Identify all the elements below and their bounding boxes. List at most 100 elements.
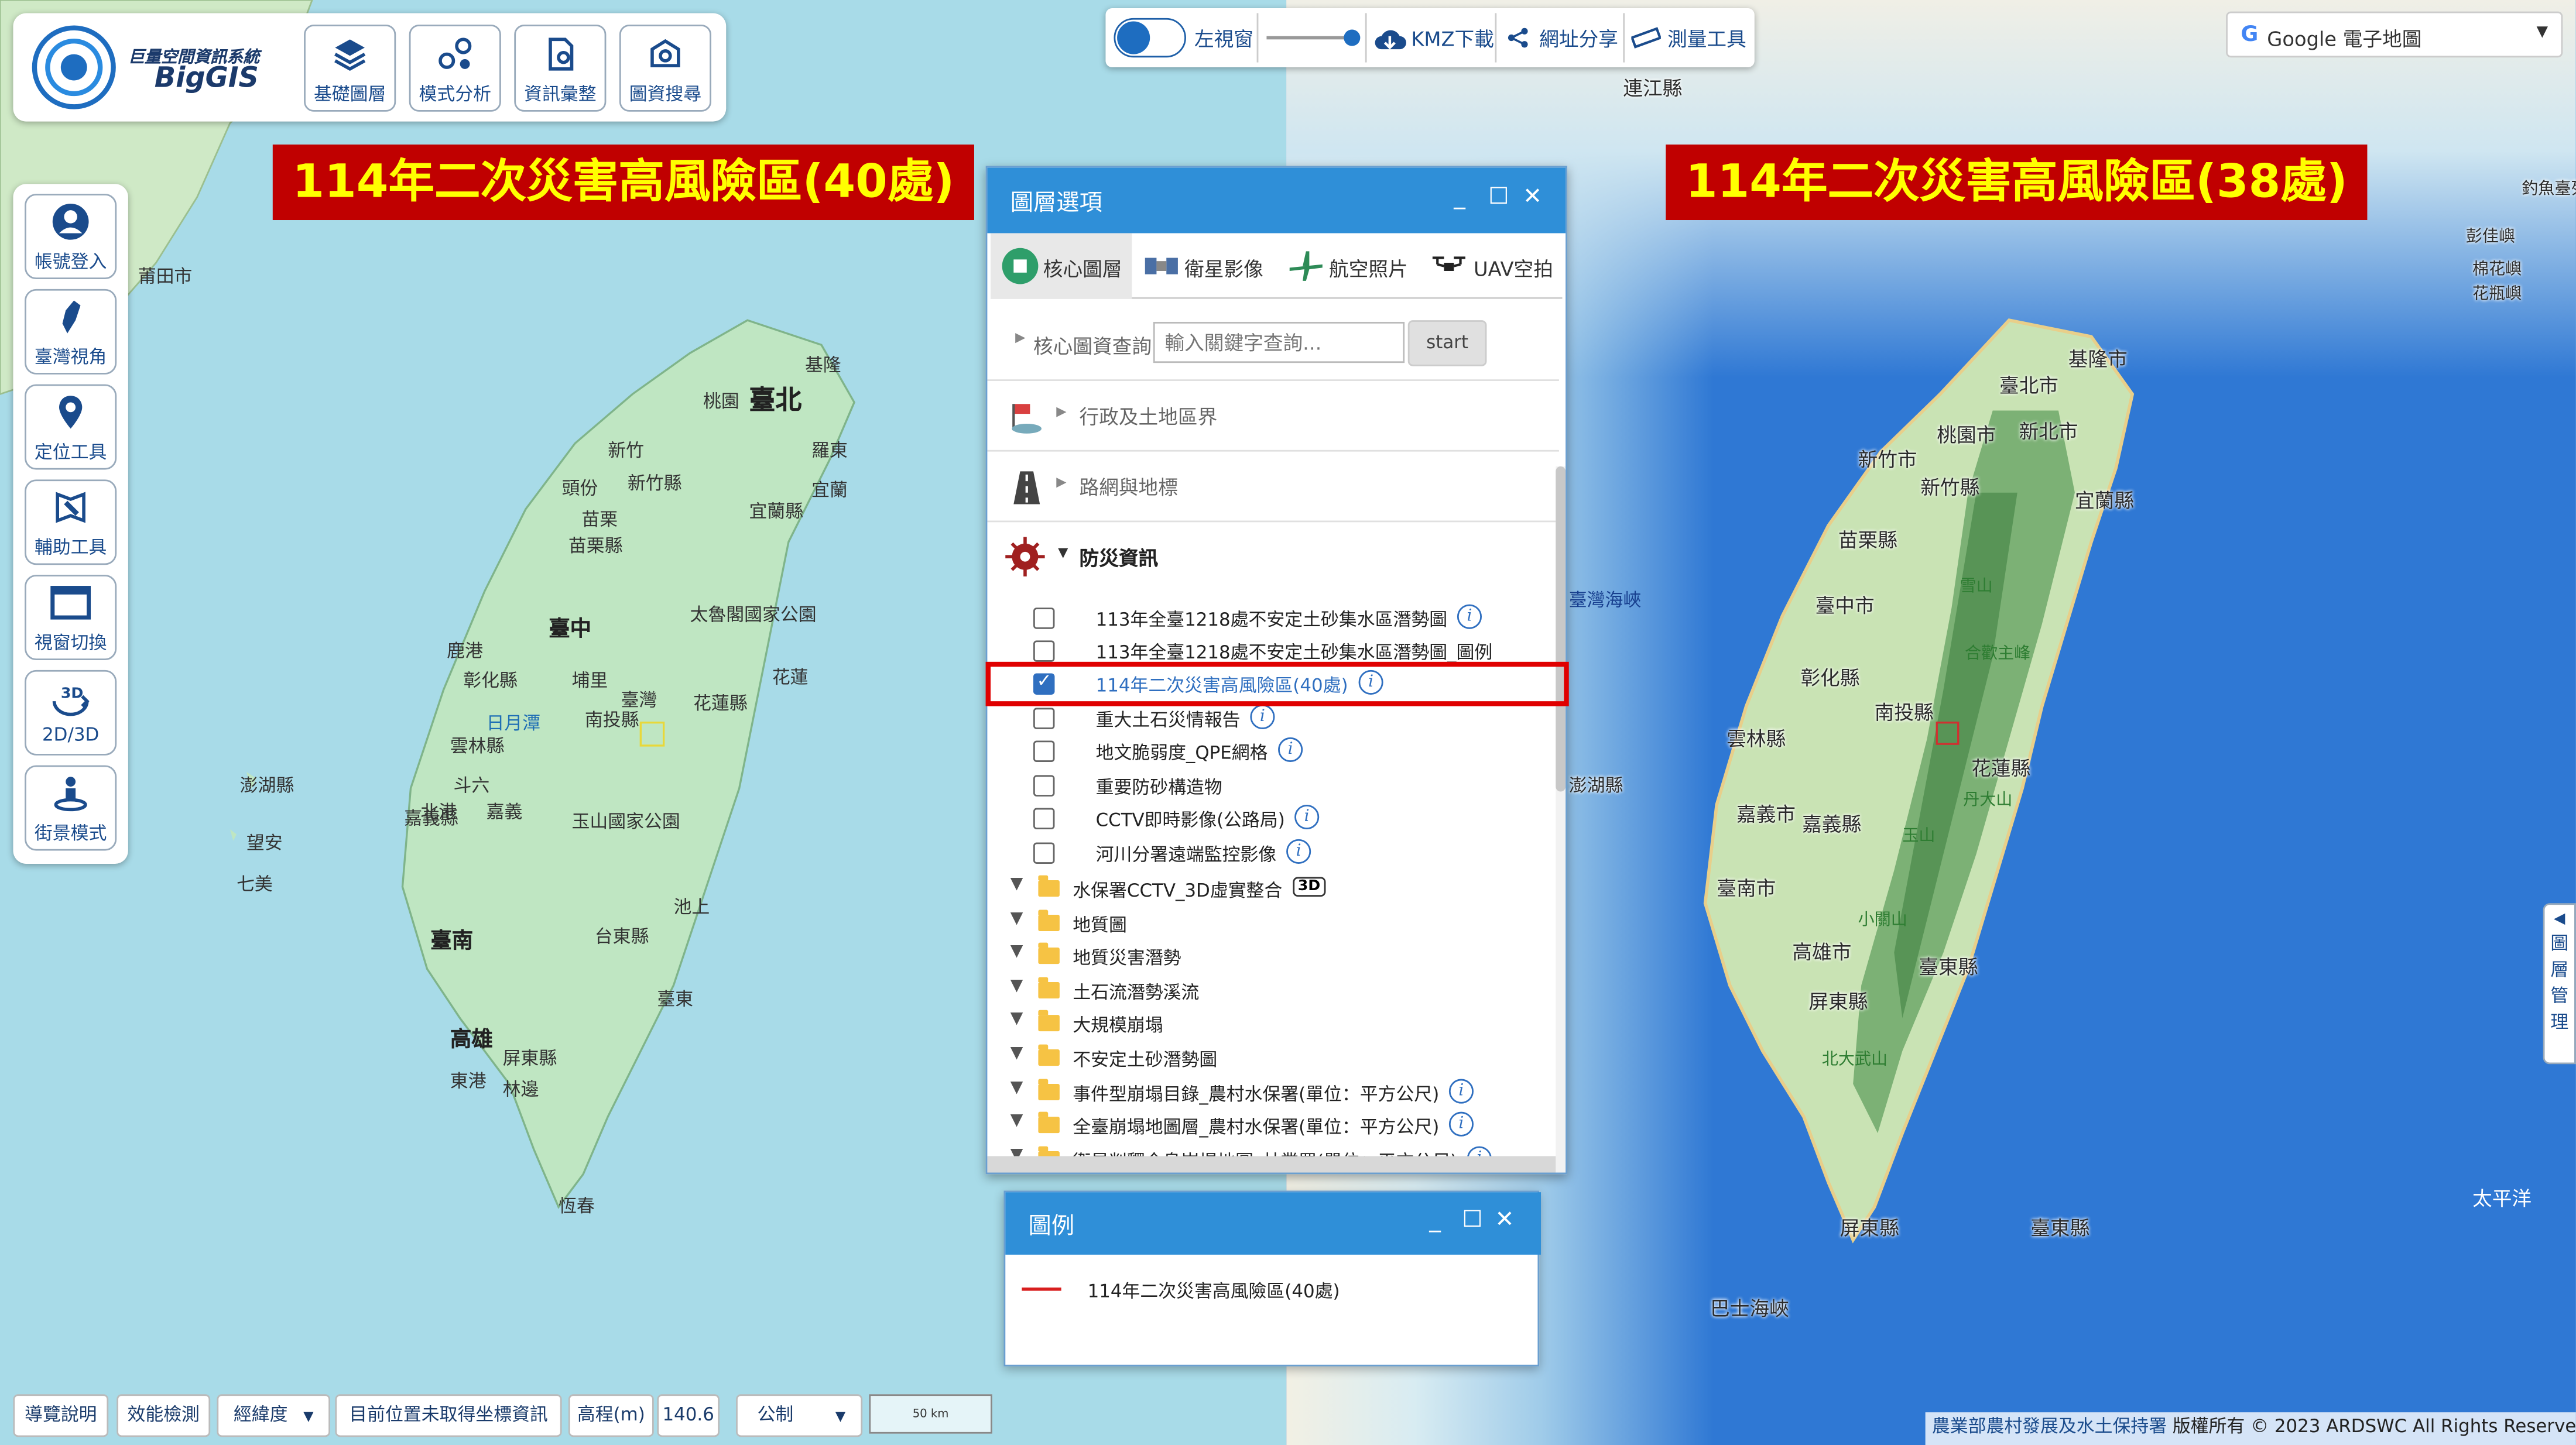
taiwan-view-button[interactable]: 臺灣視角 bbox=[25, 289, 117, 375]
model-analysis-label: 模式分析 bbox=[419, 84, 491, 105]
map-label-chiayi-county: 嘉義縣 bbox=[404, 808, 458, 830]
close-icon[interactable]: ✕ bbox=[1495, 1207, 1514, 1233]
chevron-down-icon: ▼ bbox=[303, 1409, 314, 1424]
layer-panel-title: 圖層選項 bbox=[1010, 190, 1102, 217]
folder-row[interactable]: ▼ 水保署CCTV_3D虛實整合 3D bbox=[987, 874, 1558, 907]
rmap-label-pingtung2: 屏東縣 bbox=[1839, 1217, 1899, 1240]
folder-row[interactable]: ▼ 土石流潛勢溪流 bbox=[987, 975, 1558, 1008]
layer-checkbox[interactable] bbox=[1033, 708, 1055, 729]
layer-checkbox[interactable] bbox=[1033, 740, 1055, 762]
map-label-penghu: 澎湖縣 bbox=[239, 775, 294, 797]
coord-mode-select[interactable]: 經緯度 ▼ bbox=[217, 1394, 331, 1437]
locate-tool-button[interactable]: 定位工具 bbox=[25, 384, 117, 470]
chevron-down-icon[interactable]: ▼ bbox=[1010, 876, 1023, 894]
info-summary-button[interactable]: 資訊彙整 bbox=[514, 25, 607, 112]
guide-button[interactable]: 導覽說明 bbox=[13, 1394, 109, 1437]
map-label-luodong: 羅東 bbox=[811, 440, 848, 462]
info-icon[interactable]: i bbox=[1457, 604, 1482, 629]
base-layers-button[interactable]: 基礎圖層 bbox=[304, 25, 396, 112]
folder-name: 地質圖 bbox=[1073, 914, 1127, 936]
chevron-down-icon[interactable]: ▼ bbox=[1010, 1078, 1023, 1096]
streetview-button[interactable]: 街景模式 bbox=[25, 765, 117, 851]
folder-row[interactable]: ▼ 大規模崩塌 bbox=[987, 1009, 1558, 1042]
opacity-slider-track[interactable] bbox=[1266, 36, 1352, 40]
chevron-down-icon[interactable]: ▼ bbox=[1058, 545, 1068, 560]
map-search-button[interactable]: 圖資搜尋 bbox=[619, 25, 711, 112]
basemap-select[interactable]: G Google 電子地圖 ▼ bbox=[2226, 11, 2563, 58]
info-icon[interactable]: i bbox=[1448, 1112, 1474, 1137]
rmap-label-yunlin: 雲林縣 bbox=[1727, 727, 1786, 751]
folder-row[interactable]: ▼ 地質災害潛勢 bbox=[987, 941, 1558, 974]
layer-panel-header[interactable]: 圖層選項 _ ☐ ✕ bbox=[987, 167, 1566, 234]
maximize-icon[interactable]: ☐ bbox=[1488, 184, 1509, 210]
search-start-button[interactable]: start bbox=[1407, 320, 1487, 366]
category-admin-label: 行政及土地區界 bbox=[1079, 406, 1218, 429]
minimize-icon[interactable]: _ bbox=[1454, 184, 1465, 210]
info-icon[interactable]: i bbox=[1286, 839, 1311, 864]
layer-checkbox[interactable] bbox=[1033, 607, 1055, 629]
category-roads[interactable] bbox=[987, 452, 1559, 523]
kmz-download-button[interactable]: KMZ下載 bbox=[1411, 25, 1494, 53]
rmap-label-taoyuan: 桃園市 bbox=[1937, 423, 1996, 447]
horizontal-scrollbar[interactable] bbox=[987, 1156, 1556, 1173]
tab-satellite[interactable]: 衛星影像 bbox=[1135, 233, 1276, 298]
map-label-kaohsiung: 高雄 bbox=[450, 1028, 493, 1053]
category-admin[interactable] bbox=[987, 381, 1559, 452]
legend-panel: 圖例 _ ☐ ✕ 114年二次災害高風險區(40處) bbox=[1003, 1190, 1542, 1367]
aux-tool-button[interactable]: 輔助工具 bbox=[25, 479, 117, 565]
tab-aerial[interactable]: 航空照片 bbox=[1280, 233, 1418, 298]
map-label-taroko: 太魯閣國家公園 bbox=[690, 604, 817, 626]
unit-select[interactable]: 公制 ▼ bbox=[736, 1394, 863, 1437]
map-search-icon bbox=[650, 39, 680, 68]
minimize-icon[interactable]: _ bbox=[1429, 1207, 1441, 1233]
window-switch-button[interactable]: 視窗切換 bbox=[25, 575, 117, 661]
measure-tool-button[interactable]: 測量工具 bbox=[1667, 25, 1746, 53]
performance-button[interactable]: 效能檢測 bbox=[117, 1394, 211, 1437]
tab-core-layers[interactable]: 核心圖層 bbox=[991, 233, 1132, 299]
layer-search-input[interactable] bbox=[1153, 321, 1405, 363]
chevron-down-icon[interactable]: ▼ bbox=[1010, 909, 1023, 927]
layer-manager-tab[interactable]: ◀ 圖層管理 bbox=[2543, 903, 2576, 1065]
close-icon[interactable]: ✕ bbox=[1523, 184, 1542, 210]
window-icon bbox=[50, 586, 91, 620]
copyright-agency[interactable]: 農業部農村發展及水土保持署 bbox=[1932, 1416, 2167, 1437]
layer-checkbox[interactable] bbox=[1033, 640, 1055, 662]
folder-row[interactable]: ▼ 事件型崩塌目錄_農村水保署(單位：平方公尺) i bbox=[987, 1077, 1558, 1110]
chevron-down-icon[interactable]: ▼ bbox=[1010, 1011, 1023, 1029]
tab-uav[interactable]: UAV空拍 bbox=[1421, 233, 1562, 298]
model-analysis-button[interactable]: 模式分析 bbox=[409, 25, 501, 112]
info-icon[interactable]: i bbox=[1448, 1078, 1474, 1103]
chevron-down-icon[interactable]: ▼ bbox=[1010, 1112, 1023, 1130]
left-view-toggle[interactable] bbox=[1114, 18, 1186, 58]
chevron-left-icon: ◀ bbox=[2554, 911, 2565, 928]
share-url-button[interactable]: 網址分享 bbox=[1539, 25, 1618, 53]
expand-icon[interactable]: ▶ bbox=[1015, 330, 1025, 345]
share-icon[interactable] bbox=[1506, 26, 1529, 49]
folder-row[interactable]: ▼ 地質圖 bbox=[987, 908, 1558, 941]
cloud-download-icon[interactable] bbox=[1373, 26, 1406, 53]
info-icon[interactable]: i bbox=[1278, 737, 1303, 762]
rmap-label-kaohsiung: 高雄市 bbox=[1792, 941, 1852, 965]
badge-3d: 3D bbox=[1293, 877, 1325, 897]
info-icon[interactable]: i bbox=[1250, 704, 1275, 729]
scrollbar-thumb[interactable] bbox=[1556, 466, 1566, 792]
legend-header[interactable]: 圖例 _ ☐ ✕ bbox=[1005, 1192, 1542, 1255]
layer-checkbox[interactable] bbox=[1033, 775, 1055, 797]
folder-row[interactable]: ▼ 不安定土砂潛勢圖 bbox=[987, 1043, 1558, 1076]
folder-row[interactable]: ▼ 全臺崩塌地圖層_農村水保署(單位：平方公尺) i bbox=[987, 1110, 1558, 1143]
rmap-label-chiayi-county: 嘉義縣 bbox=[1802, 812, 1862, 836]
opacity-slider-handle[interactable] bbox=[1344, 29, 1361, 46]
maximize-icon[interactable]: ☐ bbox=[1462, 1207, 1482, 1233]
chevron-down-icon[interactable]: ▼ bbox=[1010, 943, 1023, 961]
layer-checkbox[interactable] bbox=[1033, 808, 1055, 830]
toggle-2d3d-button[interactable]: 3D 2D/3D bbox=[25, 670, 117, 756]
layer-checkbox[interactable] bbox=[1033, 842, 1055, 864]
chevron-down-icon[interactable]: ▼ bbox=[1010, 977, 1023, 995]
info-icon[interactable]: i bbox=[1294, 804, 1320, 830]
chevron-down-icon[interactable]: ▼ bbox=[1010, 1045, 1023, 1063]
separator bbox=[1256, 13, 1259, 63]
map-label-miaoli: 苗栗 bbox=[581, 509, 618, 531]
account-login-button[interactable]: 帳號登入 bbox=[25, 194, 117, 280]
biggis-logo-icon bbox=[32, 25, 116, 109]
ruler-icon[interactable] bbox=[1631, 26, 1661, 49]
